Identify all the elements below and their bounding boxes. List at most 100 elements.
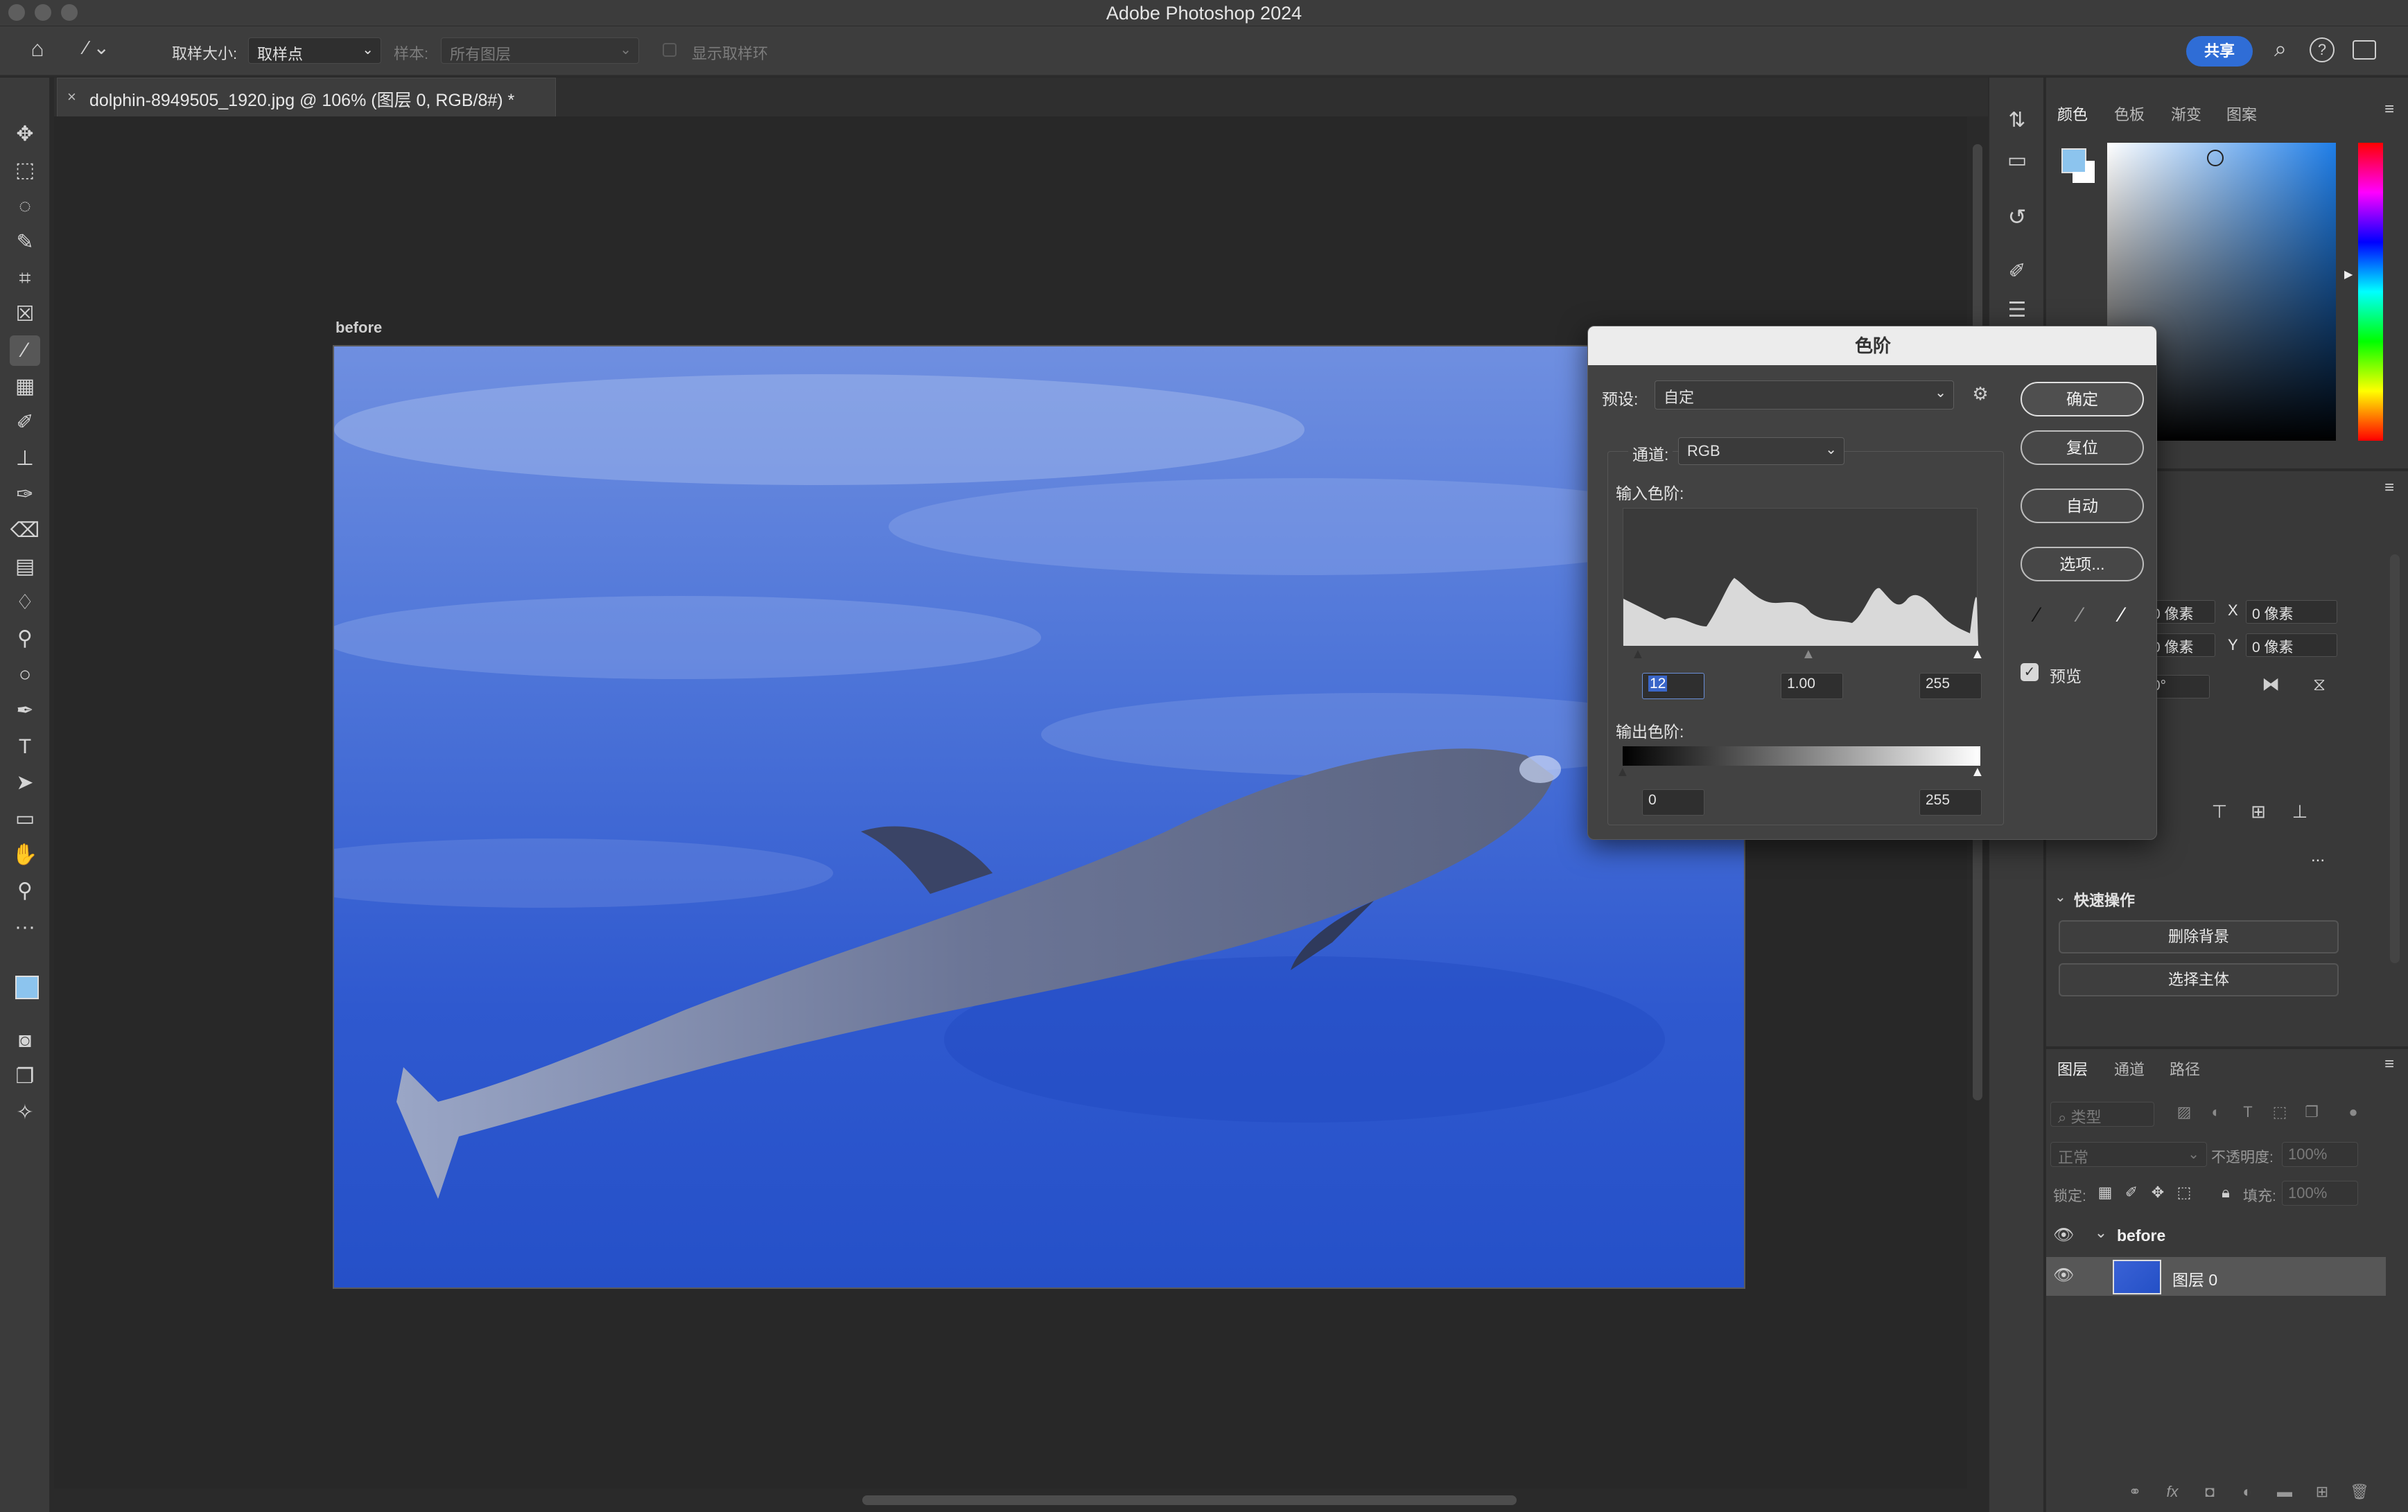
input-gamma-slider-icon[interactable]: ▲	[1801, 647, 1815, 662]
filter-type-icon[interactable]: T	[2237, 1103, 2258, 1124]
dodge-tool-icon[interactable]: ⚲	[10, 624, 40, 654]
x-field[interactable]: 0 像素	[2246, 600, 2337, 624]
channel-select[interactable]: RGB ⌄	[1678, 437, 1844, 465]
layer-row-group[interactable]: 👁︎ ⌄ before	[2046, 1217, 2386, 1256]
properties-panel-menu-icon[interactable]: ≡	[2379, 478, 2400, 499]
auto-button[interactable]: 自动	[2021, 489, 2144, 523]
adjustments-icon[interactable]: ☰	[2002, 298, 2032, 328]
quick-select-tool-icon[interactable]: ✎	[10, 227, 40, 258]
filter-smart-object-icon[interactable]: ❐	[2301, 1103, 2322, 1124]
select-subject-button[interactable]: 选择主体	[2059, 963, 2339, 996]
sample-select[interactable]: 所有图层 ⌄	[441, 37, 639, 64]
rectangle-tool-icon[interactable]: ▭	[10, 804, 40, 834]
search-icon[interactable]: ⌕	[2267, 36, 2294, 67]
black-eyedropper-icon[interactable]: ⁄	[2023, 604, 2051, 631]
eyedropper-tool-preset-icon[interactable]: ⁄ ⌄	[75, 36, 119, 64]
lock-position-icon[interactable]: ✥	[2147, 1184, 2168, 1204]
input-black-slider-icon[interactable]: ▲	[1631, 647, 1645, 662]
lock-artboard-icon[interactable]: ⬚	[2174, 1184, 2195, 1204]
output-black-slider-icon[interactable]: ▲	[1616, 764, 1630, 780]
gear-icon[interactable]: ⚙	[1968, 383, 1993, 408]
layer-row-selected[interactable]: 👁︎ 图层 0	[2046, 1257, 2386, 1296]
horizontal-scrollbar[interactable]	[54, 1488, 1967, 1512]
crop-tool-icon[interactable]: ⌗	[10, 263, 40, 294]
workspace-icon[interactable]	[2353, 40, 2376, 60]
fx-icon[interactable]: fx	[2160, 1483, 2185, 1504]
foreground-color-swatch[interactable]	[15, 976, 39, 999]
share-button[interactable]: 共享	[2186, 36, 2253, 67]
horizontal-scroll-thumb[interactable]	[862, 1495, 1517, 1505]
comment-icon[interactable]: ▭	[2002, 148, 2032, 179]
input-white-slider-icon[interactable]: ▲	[1971, 647, 1984, 662]
filter-pixel-icon[interactable]: ▨	[2174, 1103, 2195, 1124]
document-image[interactable]	[333, 345, 1745, 1289]
eraser-tool-icon[interactable]: ⌫	[10, 516, 40, 546]
layer-filter-select[interactable]: ⌕ 类型	[2050, 1102, 2154, 1127]
close-tab-icon[interactable]: ×	[67, 88, 76, 106]
gradient-tool-icon[interactable]: ▤	[10, 552, 40, 582]
ok-button[interactable]: 确定	[2021, 382, 2144, 416]
generative-icon[interactable]: ✧	[10, 1098, 40, 1128]
show-ring-checkbox[interactable]	[663, 43, 677, 57]
swap-icon[interactable]: ⇅	[2002, 108, 2032, 139]
lock-all-icon[interactable]: 🔒︎	[2215, 1184, 2236, 1204]
input-white-field[interactable]: 255	[1919, 673, 1982, 699]
tab-color[interactable]: 颜色	[2057, 103, 2088, 125]
tab-swatches[interactable]: 色板	[2114, 103, 2145, 125]
chevron-down-icon[interactable]: ⌄	[2092, 1224, 2110, 1245]
screen-mode-icon[interactable]: ❐	[10, 1062, 40, 1092]
options-button[interactable]: 选项...	[2021, 547, 2144, 581]
more-tools-icon[interactable]: ···	[10, 912, 40, 942]
lock-pixels-icon[interactable]: ✐	[2121, 1184, 2142, 1204]
zoom-dodge-tool-icon[interactable]: ○	[10, 660, 40, 690]
brush-settings-icon[interactable]: ✐	[2002, 259, 2032, 290]
add-mask-icon[interactable]: ◘	[2197, 1483, 2222, 1504]
healing-brush-tool-icon[interactable]: ▦	[10, 371, 40, 402]
fill-field[interactable]: 100%	[2282, 1181, 2358, 1206]
chevron-down-icon[interactable]: ⌄	[2054, 888, 2066, 906]
blend-mode-select[interactable]: 正常 ⌄	[2050, 1142, 2207, 1167]
tab-patterns[interactable]: 图案	[2226, 103, 2257, 125]
more-options-icon[interactable]: ...	[2311, 847, 2325, 866]
path-select-tool-icon[interactable]: ➤	[10, 768, 40, 798]
filter-adjustment-icon[interactable]: ◐	[2206, 1103, 2226, 1124]
lasso-tool-icon[interactable]: ◌	[10, 191, 40, 222]
input-black-field[interactable]: 12	[1642, 673, 1704, 699]
new-group-icon[interactable]: ▬	[2272, 1483, 2297, 1504]
align-middle-icon[interactable]: ⊞	[2246, 801, 2271, 826]
frame-tool-icon[interactable]: ☒	[10, 299, 40, 330]
history-icon[interactable]: ↺	[2002, 204, 2032, 234]
help-icon[interactable]: ?	[2310, 37, 2335, 62]
preview-checkbox[interactable]: ✓	[2021, 663, 2039, 681]
input-gamma-field[interactable]: 1.00	[1781, 673, 1843, 699]
stamp-tool-icon[interactable]: ⊥	[10, 443, 40, 474]
tab-gradients[interactable]: 渐变	[2171, 103, 2201, 125]
white-eyedropper-icon[interactable]: ⁄	[2108, 604, 2136, 631]
align-top-icon[interactable]: ⊤	[2207, 801, 2232, 826]
tab-paths[interactable]: 路径	[2170, 1057, 2200, 1080]
new-layer-icon[interactable]: ⊞	[2310, 1483, 2335, 1504]
eye-icon[interactable]: 👁︎	[2053, 1265, 2074, 1286]
filter-toggle-icon[interactable]: ●	[2343, 1103, 2364, 1124]
filter-shape-icon[interactable]: ⬚	[2269, 1103, 2290, 1124]
remove-background-button[interactable]: 删除背景	[2059, 920, 2339, 953]
color-panel-menu-icon[interactable]: ≡	[2379, 100, 2400, 121]
flip-vertical-icon[interactable]: ⧖	[2305, 674, 2333, 698]
pen-tool-icon[interactable]: ✒	[10, 696, 40, 726]
reset-button[interactable]: 复位	[2021, 430, 2144, 465]
history-brush-tool-icon[interactable]: ✑	[10, 480, 40, 510]
tab-layers[interactable]: 图层	[2057, 1057, 2088, 1080]
flip-horizontal-icon[interactable]: ⧓	[2257, 674, 2285, 698]
y-field[interactable]: 0 像素	[2246, 633, 2337, 657]
sample-size-select[interactable]: 取样点 ⌄	[248, 37, 381, 64]
properties-scrollbar[interactable]	[2390, 554, 2400, 963]
output-white-slider-icon[interactable]: ▲	[1971, 764, 1984, 780]
eyedropper-tool-icon[interactable]: ⁄	[10, 335, 40, 366]
marquee-tool-icon[interactable]: ⬚	[10, 155, 40, 186]
opacity-field[interactable]: 100%	[2282, 1142, 2358, 1167]
zoom-tool-icon[interactable]: ⚲	[10, 876, 40, 906]
blur-tool-icon[interactable]: ♢	[10, 588, 40, 618]
hue-slider-handle-icon[interactable]: ▶	[2344, 267, 2353, 281]
brush-tool-icon[interactable]: ✐	[10, 407, 40, 438]
quick-mask-icon[interactable]: ◙	[10, 1026, 40, 1056]
